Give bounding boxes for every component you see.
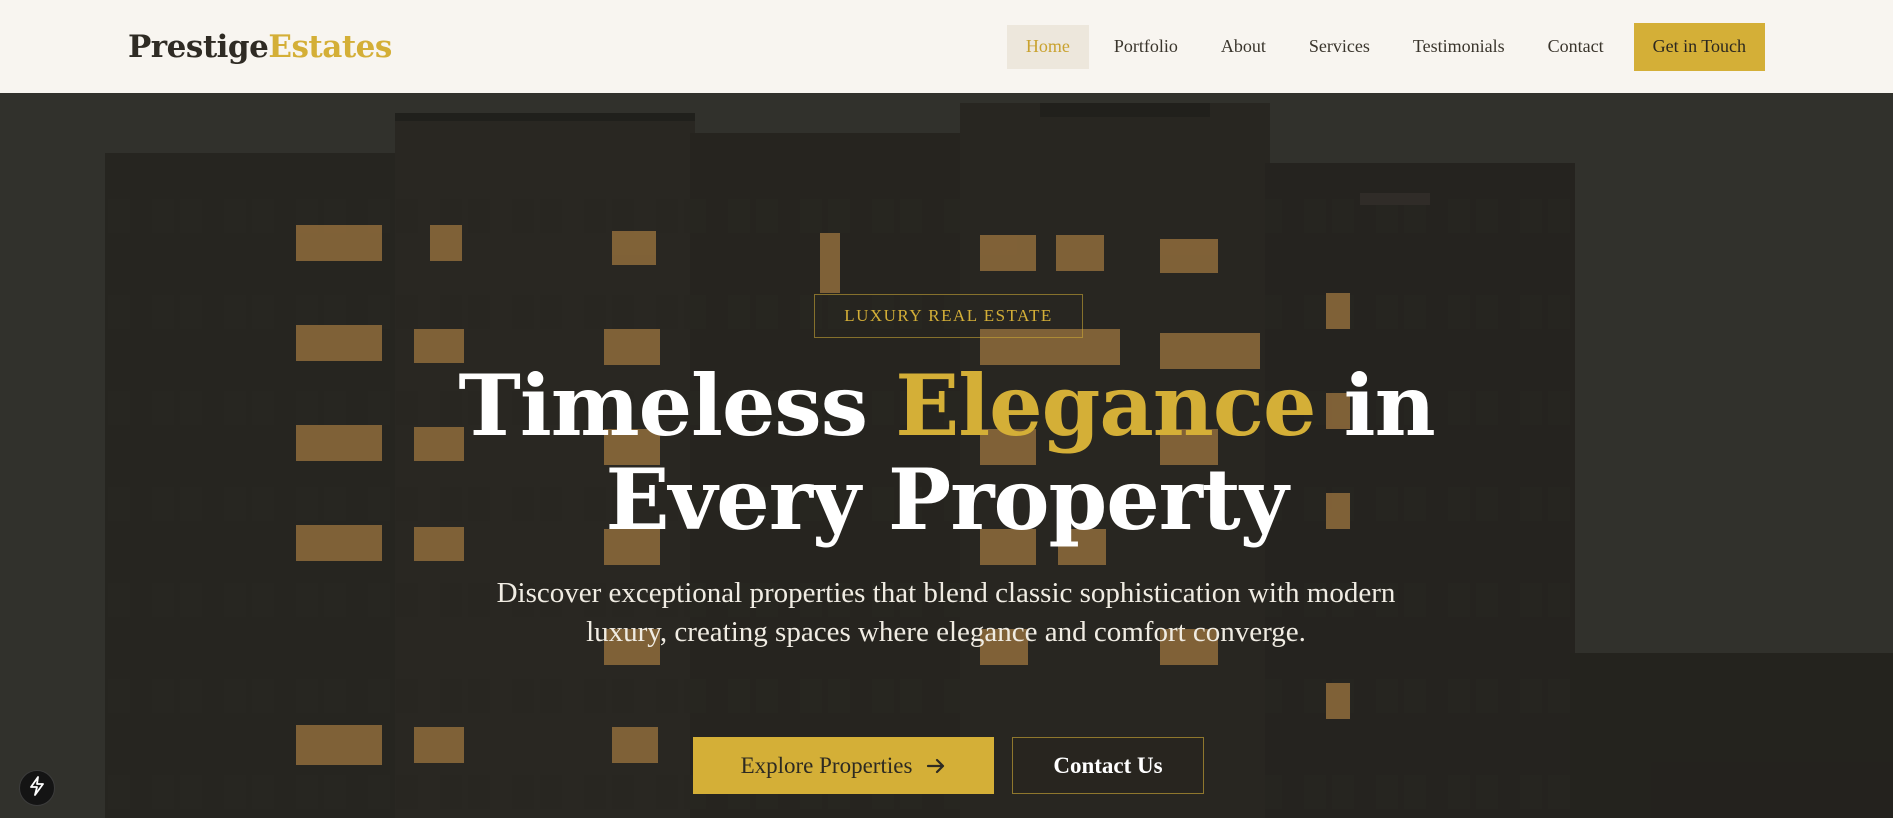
nav-home[interactable]: Home: [1006, 24, 1089, 69]
nav-services[interactable]: Services: [1291, 25, 1388, 69]
floating-action-badge[interactable]: [19, 770, 55, 806]
nav-portfolio[interactable]: Portfolio: [1096, 25, 1196, 69]
contact-us-button[interactable]: Contact Us: [1012, 737, 1204, 794]
headline-line-two: Every Property: [605, 450, 1288, 549]
hero-content: LUXURY REAL ESTATE Timeless Elegance in …: [0, 93, 1893, 818]
hero-section: LUXURY REAL ESTATE Timeless Elegance in …: [0, 93, 1893, 818]
get-in-touch-button[interactable]: Get in Touch: [1633, 22, 1765, 71]
headline-text-start: Timeless: [458, 356, 896, 455]
nav-contact[interactable]: Contact: [1530, 25, 1622, 69]
explore-properties-button[interactable]: Explore Properties: [693, 737, 994, 794]
logo-text-primary: Prestige: [128, 28, 269, 65]
main-nav: Home Portfolio About Services Testimonia…: [1000, 22, 1765, 71]
nav-about[interactable]: About: [1203, 25, 1284, 69]
headline-text-end: in: [1315, 356, 1436, 455]
hero-eyebrow-badge: LUXURY REAL ESTATE: [814, 294, 1083, 338]
headline-highlight: Elegance: [895, 356, 1316, 455]
nav-testimonials[interactable]: Testimonials: [1395, 25, 1523, 69]
hero-subtext: Discover exceptional properties that ble…: [496, 577, 1396, 648]
site-header: PrestigeEstates Home Portfolio About Ser…: [0, 0, 1893, 93]
logo-text-accent: Estates: [268, 28, 392, 65]
site-logo[interactable]: PrestigeEstates: [128, 29, 392, 65]
arrow-right-icon: [926, 757, 946, 775]
explore-properties-label: Explore Properties: [740, 752, 913, 778]
lightning-icon: [28, 775, 46, 801]
hero-headline: Timeless Elegance in Every Property: [0, 359, 1893, 547]
